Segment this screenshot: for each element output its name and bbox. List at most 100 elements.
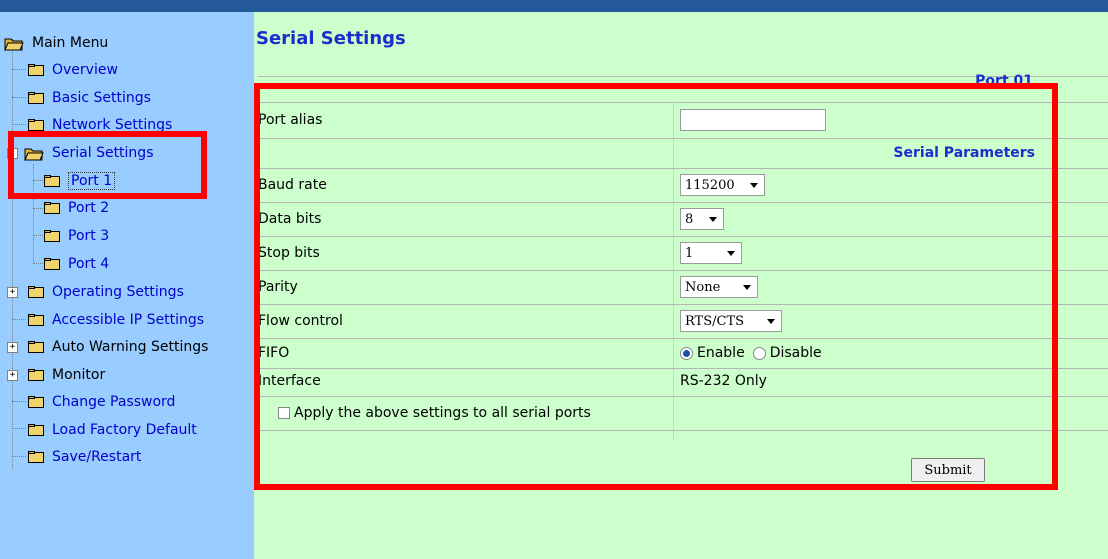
flow-control-row: Flow control RTS/CTS [258, 305, 1108, 339]
sidebar-item-auto-warning-settings[interactable]: Auto Warning Settings [28, 335, 208, 359]
sidebar-item-serial-settings[interactable]: Serial Settings [24, 141, 154, 165]
sidebar-item-label: Overview [52, 62, 118, 78]
sidebar-item-label: Auto Warning Settings [52, 339, 209, 355]
folder-icon [28, 119, 44, 131]
chevron-down-icon [709, 217, 717, 222]
fifo-disable-label: Disable [769, 345, 822, 361]
tree-line [33, 263, 43, 264]
sidebar-item-label: Serial Settings [52, 145, 154, 161]
folder-icon [28, 64, 44, 76]
page-title: Serial Settings [256, 28, 406, 49]
parity-value: None [685, 279, 721, 295]
sidebar-item-label: Port 1 [68, 172, 116, 190]
port-header: Port 01 [975, 73, 1033, 89]
sidebar-item-network-settings[interactable]: Network Settings [28, 113, 172, 137]
sidebar-item-label: Operating Settings [52, 284, 184, 300]
sidebar-item-label: Basic Settings [52, 90, 151, 106]
port-header-row: Port 01 [258, 73, 1108, 103]
folder-icon [28, 369, 44, 381]
open-folder-icon [24, 147, 44, 161]
sidebar-item-basic-settings[interactable]: Basic Settings [28, 86, 151, 110]
tree-line [12, 456, 26, 457]
sidebar-item-accessible-ip-settings[interactable]: Accessible IP Settings [28, 308, 204, 332]
sidebar-item-label: Change Password [52, 394, 176, 410]
stop-bits-select[interactable]: 1 [680, 242, 742, 264]
sidebar-item-load-factory-default[interactable]: Load Factory Default [28, 418, 197, 442]
sidebar-item-port-3[interactable]: Port 3 [44, 224, 109, 248]
port-alias-label: Port alias [258, 112, 323, 128]
section-serial-parameters: Serial Parameters [893, 145, 1035, 161]
stop-bits-label: Stop bits [258, 245, 320, 261]
folder-icon [44, 175, 60, 187]
parity-select[interactable]: None [680, 276, 758, 298]
data-bits-row: Data bits 8 [258, 203, 1108, 237]
tree-line [12, 401, 26, 402]
expand-icon[interactable]: + [7, 342, 18, 353]
tree-line [33, 208, 43, 209]
tree-line [12, 428, 26, 429]
collapse-icon[interactable]: - [7, 148, 18, 159]
chevron-down-icon [767, 319, 775, 324]
folder-icon [44, 230, 60, 242]
folder-icon [44, 258, 60, 270]
port-alias-row: Port alias [258, 102, 1108, 139]
folder-icon [28, 341, 44, 353]
tree-line [12, 124, 26, 125]
fifo-enable-radio[interactable] [680, 346, 693, 360]
sidebar-item-monitor[interactable]: Monitor [28, 363, 105, 387]
sidebar-item-label: Load Factory Default [52, 422, 197, 438]
interface-label: Interface [258, 373, 321, 389]
apply-all-row: Apply the above settings to all serial p… [258, 397, 1108, 431]
chevron-down-icon [750, 183, 758, 188]
baud-rate-select[interactable]: 115200 [680, 174, 765, 196]
stop-bits-value: 1 [685, 245, 694, 261]
apply-all-checkbox[interactable] [278, 407, 290, 419]
sidebar-item-label: Port 2 [68, 200, 110, 216]
sidebar-item-label: Network Settings [52, 117, 173, 133]
data-bits-value: 8 [685, 211, 694, 227]
flow-control-label: Flow control [258, 313, 343, 329]
tree-line [12, 39, 13, 469]
sidebar-item-overview[interactable]: Overview [28, 58, 118, 82]
serial-parameters-header-row: Serial Parameters [258, 139, 1108, 169]
sidebar-item-change-password[interactable]: Change Password [28, 390, 175, 414]
top-banner [0, 0, 1108, 12]
port-alias-input[interactable] [680, 109, 826, 131]
data-bits-select[interactable]: 8 [680, 208, 724, 230]
tree-line [12, 319, 26, 320]
expand-icon[interactable]: + [7, 287, 18, 298]
parity-row: Parity None [258, 271, 1108, 305]
flow-control-select[interactable]: RTS/CTS [680, 310, 782, 332]
tree-line [12, 69, 26, 70]
sidebar-item-label: Accessible IP Settings [52, 312, 205, 328]
fifo-disable-radio[interactable] [752, 346, 766, 360]
sidebar-item-port-1[interactable]: Port 1 [44, 169, 116, 193]
tree-line [33, 235, 43, 236]
folder-icon [44, 202, 60, 214]
open-folder-icon [4, 37, 24, 51]
tree-line [12, 97, 26, 98]
tree-root-label: Main Menu [32, 35, 109, 51]
folder-icon [28, 451, 44, 463]
expand-icon[interactable]: + [7, 370, 18, 381]
sidebar-item-operating-settings[interactable]: Operating Settings [28, 280, 184, 304]
sidebar-item-label: Port 4 [68, 256, 110, 272]
baud-rate-label: Baud rate [258, 177, 327, 193]
fifo-enable-label: Enable [697, 345, 745, 361]
sidebar-item-port-2[interactable]: Port 2 [44, 196, 109, 220]
folder-icon [28, 286, 44, 298]
baud-rate-row: Baud rate 115200 [258, 169, 1108, 203]
sidebar-item-label: Save/Restart [52, 449, 142, 465]
sidebar-item-save-restart[interactable]: Save/Restart [28, 445, 141, 469]
tree-root-main-menu[interactable]: Main Menu [4, 31, 108, 55]
main-content: Serial Settings Port 01 Port alias Seria… [254, 12, 1108, 559]
chevron-down-icon [743, 285, 751, 290]
folder-icon [28, 396, 44, 408]
sidebar-item-port-4[interactable]: Port 4 [44, 252, 109, 276]
parity-label: Parity [258, 279, 298, 295]
submit-button[interactable]: Submit [911, 458, 985, 482]
chevron-down-icon [727, 251, 735, 256]
folder-icon [28, 314, 44, 326]
tree-line [33, 164, 34, 264]
baud-rate-value: 115200 [685, 177, 735, 193]
